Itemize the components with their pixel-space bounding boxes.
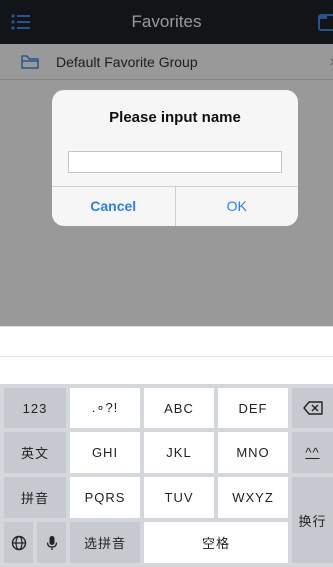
microphone-icon [46, 535, 57, 550]
dialog-title: Please input name [109, 109, 241, 126]
globe-key[interactable] [4, 522, 33, 563]
key-abc[interactable]: ABC [144, 388, 214, 428]
keyboard: 123 .∘?! ABC DEF 英文 GHI JKL MNO ^^ 拼音 PQ… [0, 384, 333, 567]
backspace-key[interactable] [292, 388, 333, 428]
key-select-pinyin[interactable]: 选拼音 [70, 522, 140, 563]
microphone-key[interactable] [37, 522, 66, 563]
ok-button[interactable]: OK [174, 187, 299, 226]
keyboard-input-strip [0, 326, 333, 384]
input-name-dialog: Please input name Cancel OK [52, 90, 298, 226]
emoji-face-icon: ^^ [305, 445, 320, 460]
cancel-button[interactable]: Cancel [52, 187, 175, 226]
strip-divider [0, 356, 333, 357]
space-key[interactable]: 空格 [144, 522, 288, 563]
key-def[interactable]: DEF [218, 388, 288, 428]
key-wxyz[interactable]: WXYZ [218, 477, 288, 518]
key-pinyin[interactable]: 拼音 [4, 477, 66, 518]
name-input[interactable] [68, 151, 282, 173]
dialog-actions: Cancel OK [52, 186, 298, 226]
key-pqrs[interactable]: PQRS [70, 477, 140, 518]
backspace-icon [302, 401, 323, 415]
key-tuv[interactable]: TUV [144, 477, 214, 518]
globe-icon [11, 535, 26, 550]
emoji-key[interactable]: ^^ [292, 432, 333, 473]
enter-key[interactable]: 换行 [292, 477, 333, 563]
key-mno[interactable]: MNO [218, 432, 288, 473]
key-english[interactable]: 英文 [4, 432, 66, 473]
key-punctuation[interactable]: .∘?! [70, 388, 140, 428]
key-ghi[interactable]: GHI [70, 432, 140, 473]
key-jkl[interactable]: JKL [144, 432, 214, 473]
key-123[interactable]: 123 [4, 388, 66, 428]
